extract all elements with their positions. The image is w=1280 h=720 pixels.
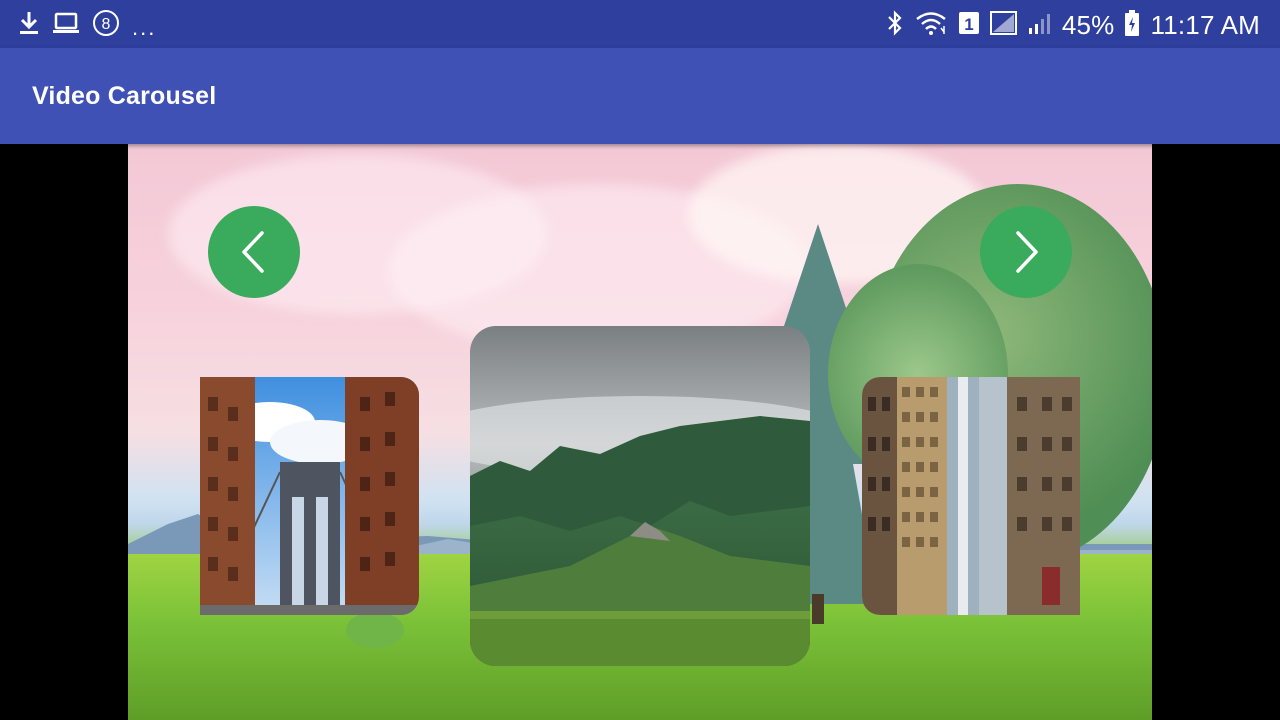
status-right: 1 45% 11:17 AM: [886, 9, 1260, 42]
sim-icon: 1: [958, 10, 980, 41]
misty-forest-image: [470, 326, 810, 666]
carousel-item-current[interactable]: [470, 326, 810, 666]
city-buildings-image: [862, 377, 1080, 615]
status-left: 8 ...: [18, 9, 157, 42]
chevron-right-icon: [1016, 231, 1038, 273]
laptop-icon: [52, 11, 80, 40]
carousel-item-next[interactable]: [862, 377, 1080, 615]
bush: [346, 612, 404, 648]
bridge-city-image: [200, 377, 419, 615]
battery-percent: 45%: [1061, 10, 1115, 40]
bluetooth-icon: [886, 9, 904, 41]
badge-number: 8: [102, 16, 111, 33]
notification-badge-icon: 8: [92, 9, 120, 42]
signal-icon: [1028, 10, 1052, 41]
chevron-left-icon: [242, 231, 264, 273]
signal-icon: [989, 10, 1018, 41]
previous-button[interactable]: [208, 206, 300, 298]
carousel-area: [0, 144, 1280, 720]
next-button[interactable]: [980, 206, 1072, 298]
sim-number: 1: [964, 15, 973, 34]
battery-icon: [1124, 9, 1140, 42]
download-icon: [18, 10, 40, 41]
carousel-item-previous[interactable]: [200, 377, 419, 615]
app-bar: Video Carousel: [0, 48, 1280, 144]
app-title: Video Carousel: [32, 82, 217, 110]
status-bar: 8 ... 1 45% 11:17 AM: [0, 0, 1280, 48]
wifi-icon: [914, 10, 948, 41]
overflow-indicator: ...: [132, 15, 157, 40]
clock: 11:17 AM: [1150, 10, 1260, 40]
